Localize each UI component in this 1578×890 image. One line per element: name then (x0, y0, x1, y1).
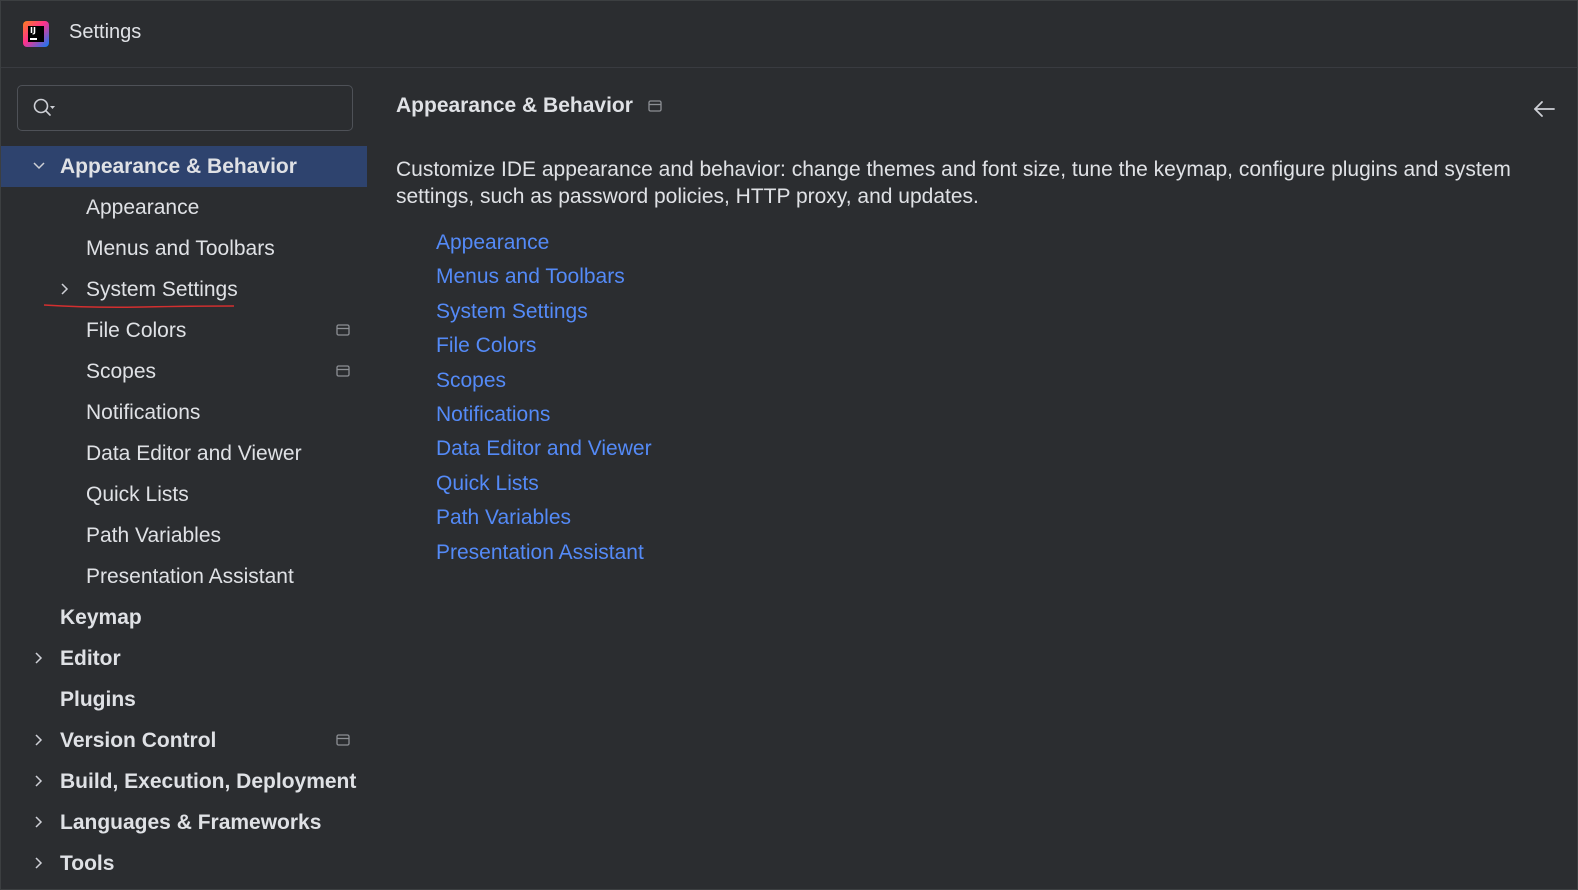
link-file-colors[interactable]: File Colors (436, 329, 652, 363)
sidebar-item-appearance[interactable]: Appearance (1, 187, 367, 228)
sidebar-item-label: Data Editor and Viewer (86, 442, 302, 465)
sidebar-item-label: Appearance & Behavior (60, 155, 297, 178)
sidebar-item-label: Path Variables (86, 524, 222, 547)
window-title: Settings (69, 21, 142, 43)
sidebar-item-label: Keymap (60, 606, 142, 629)
red-underline-annotation (43, 304, 235, 308)
sidebar-item-label: Presentation Assistant (86, 565, 294, 588)
sidebar-item-file-colors[interactable]: File Colors (1, 310, 367, 351)
search-input[interactable] (66, 94, 340, 124)
sidebar-item-label: Tools (60, 852, 115, 875)
main-panel: Appearance & Behavior Customize IDE appe… (367, 68, 1577, 889)
sidebar-item-build-execution-deployment[interactable]: Build, Execution, Deployment (1, 761, 367, 802)
sidebar-item-label: Notifications (86, 401, 201, 424)
chevron-right-icon[interactable] (32, 815, 46, 829)
sidebar-item-plugins[interactable]: Plugins (1, 679, 367, 720)
sidebar-item-label: Menus and Toolbars (86, 237, 275, 260)
sidebar-item-keymap[interactable]: Keymap (1, 597, 367, 638)
title-bar: IJ Settings (1, 1, 1577, 68)
sidebar-item-tools[interactable]: Tools (1, 843, 367, 884)
sidebar-item-quick-lists[interactable]: Quick Lists (1, 474, 367, 515)
chevron-right-icon[interactable] (32, 733, 46, 747)
project-level-icon (336, 734, 350, 746)
sidebar-item-label: Quick Lists (86, 483, 189, 506)
chevron-down-icon[interactable] (32, 159, 46, 173)
sidebar-item-label: Languages & Frameworks (60, 811, 322, 834)
sidebar-item-version-control[interactable]: Version Control (1, 720, 367, 761)
project-level-icon (648, 100, 662, 112)
intellij-logo-icon: IJ (23, 21, 49, 47)
sidebar-item-label: Build, Execution, Deployment (60, 770, 357, 793)
sidebar-item-label: Appearance (86, 196, 200, 219)
sidebar-item-notifications[interactable]: Notifications (1, 392, 367, 433)
sidebar-item-presentation-assistant[interactable]: Presentation Assistant (1, 556, 367, 597)
link-quick-lists[interactable]: Quick Lists (436, 467, 652, 501)
project-level-icon (336, 324, 350, 336)
sidebar-item-data-editor-and-viewer[interactable]: Data Editor and Viewer (1, 433, 367, 474)
chevron-right-icon[interactable] (32, 651, 46, 665)
sidebar-item-languages-and-frameworks[interactable]: Languages & Frameworks (1, 802, 367, 843)
chevron-right-icon[interactable] (58, 282, 72, 296)
settings-window: IJ Settings Appearance & Behavior Appeara… (0, 0, 1578, 890)
settings-tree: Appearance & Behavior Appearance Menus and… (1, 146, 367, 884)
sidebar-item-label: Editor (60, 647, 121, 670)
settings-sidebar: Appearance & Behavior Appearance Menus and… (1, 68, 367, 889)
sidebar-item-label: Version Control (60, 729, 217, 752)
subpage-links: Appearance Menus and Toolbars System Setti… (436, 226, 652, 570)
back-arrow-icon[interactable] (1531, 98, 1557, 120)
sidebar-item-editor[interactable]: Editor (1, 638, 367, 679)
link-path-variables[interactable]: Path Variables (436, 501, 652, 535)
search-icon[interactable] (32, 97, 56, 119)
search-field[interactable] (17, 85, 353, 131)
link-presentation-assistant[interactable]: Presentation Assistant (436, 536, 652, 570)
sidebar-item-label: Scopes (86, 360, 157, 383)
link-menus-and-toolbars[interactable]: Menus and Toolbars (436, 260, 652, 294)
link-notifications[interactable]: Notifications (436, 398, 652, 432)
sidebar-item-menus-and-toolbars[interactable]: Menus and Toolbars (1, 228, 367, 269)
page-title: Appearance & Behavior (396, 94, 633, 117)
page-description: Customize IDE appearance and behavior: c… (396, 158, 1511, 208)
sidebar-item-appearance-and-behavior[interactable]: Appearance & Behavior (1, 146, 367, 187)
sidebar-item-system-settings[interactable]: System Settings (1, 269, 367, 310)
link-scopes[interactable]: Scopes (436, 364, 652, 398)
link-system-settings[interactable]: System Settings (436, 295, 652, 329)
sidebar-item-scopes[interactable]: Scopes (1, 351, 367, 392)
chevron-right-icon[interactable] (32, 856, 46, 870)
chevron-right-icon[interactable] (32, 774, 46, 788)
sidebar-item-path-variables[interactable]: Path Variables (1, 515, 367, 556)
project-level-icon (336, 365, 350, 377)
sidebar-item-label: Plugins (60, 688, 136, 711)
sidebar-item-label: File Colors (86, 319, 187, 342)
link-appearance[interactable]: Appearance (436, 226, 652, 260)
link-data-editor-and-viewer[interactable]: Data Editor and Viewer (436, 432, 652, 466)
